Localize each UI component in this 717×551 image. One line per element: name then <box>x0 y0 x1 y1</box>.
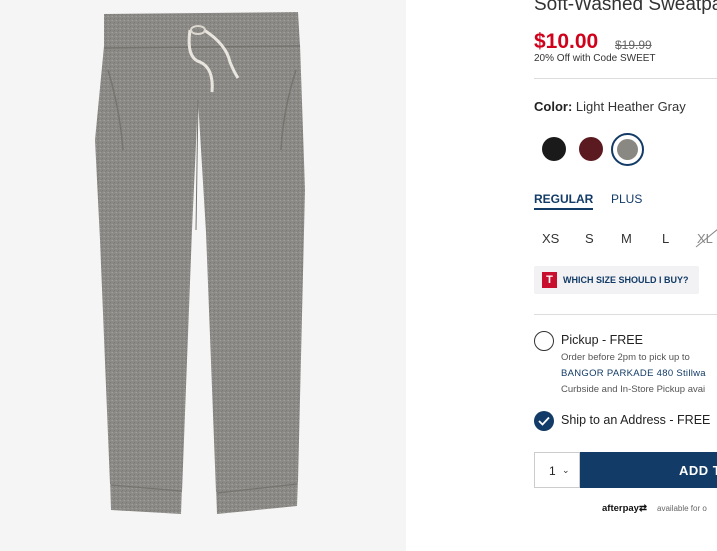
swatch-gray-fill <box>617 139 638 160</box>
product-title: Soft-Washed Sweatpa <box>534 0 717 15</box>
divider <box>534 78 717 79</box>
add-to-bag-button[interactable]: ADD T <box>580 452 717 488</box>
size-l[interactable]: L <box>662 231 669 246</box>
pickup-cutoff-text: Order before 2pm to pick up to <box>561 352 690 363</box>
which-size-button[interactable]: T WHICH SIZE SHOULD I BUY? <box>534 266 699 294</box>
curbside-text: Curbside and In-Store Pickup avai <box>561 384 706 395</box>
size-xs[interactable]: XS <box>542 231 559 246</box>
original-price: $19.99 <box>615 38 652 52</box>
pickup-label: Pickup - FREE <box>561 333 643 347</box>
swatch-black[interactable] <box>542 137 566 161</box>
ship-label: Ship to an Address - FREE <box>561 413 711 427</box>
tab-plus[interactable]: PLUS <box>611 192 642 206</box>
afterpay-logo: afterpay⇄ <box>602 503 647 514</box>
swatch-light-heather-gray[interactable] <box>611 133 644 166</box>
size-s[interactable]: S <box>585 231 594 246</box>
divider <box>534 314 717 315</box>
ship-radio[interactable] <box>534 411 554 431</box>
size-m[interactable]: M <box>621 231 632 246</box>
sale-price: $10.00 <box>534 30 599 53</box>
color-value: Light Heather Gray <box>575 99 686 114</box>
store-link[interactable]: BANGOR PARKADE 480 Stillwa <box>561 368 706 379</box>
afterpay-availability-text: available for o <box>657 504 707 513</box>
pickup-radio[interactable] <box>534 331 554 351</box>
color-label: Color: <box>534 99 573 114</box>
quantity-select[interactable]: 1 ⌄ <box>534 452 580 488</box>
add-to-bag-label: ADD T <box>679 463 717 478</box>
tab-regular[interactable]: REGULAR <box>534 192 594 210</box>
swatch-maroon[interactable] <box>579 137 603 161</box>
afterpay-brand: afterpay <box>602 503 639 514</box>
true-fit-icon: T <box>542 272 557 288</box>
promo-text: 20% Off with Code SWEET <box>534 53 656 64</box>
chevron-down-icon: ⌄ <box>562 465 570 475</box>
unavailable-slash-icon <box>695 229 717 248</box>
sweatpants-image <box>0 0 406 551</box>
afterpay-arrows-icon: ⇄ <box>638 503 647 514</box>
product-image[interactable] <box>0 0 406 551</box>
quantity-value: 1 <box>549 464 556 478</box>
product-info-panel: Soft-Washed Sweatpa $10.00 $19.99 20% Of… <box>534 0 717 551</box>
checkmark-icon <box>538 416 550 426</box>
color-selection-label: Color: Light Heather Gray <box>534 99 686 114</box>
which-size-label: WHICH SIZE SHOULD I BUY? <box>563 275 689 285</box>
